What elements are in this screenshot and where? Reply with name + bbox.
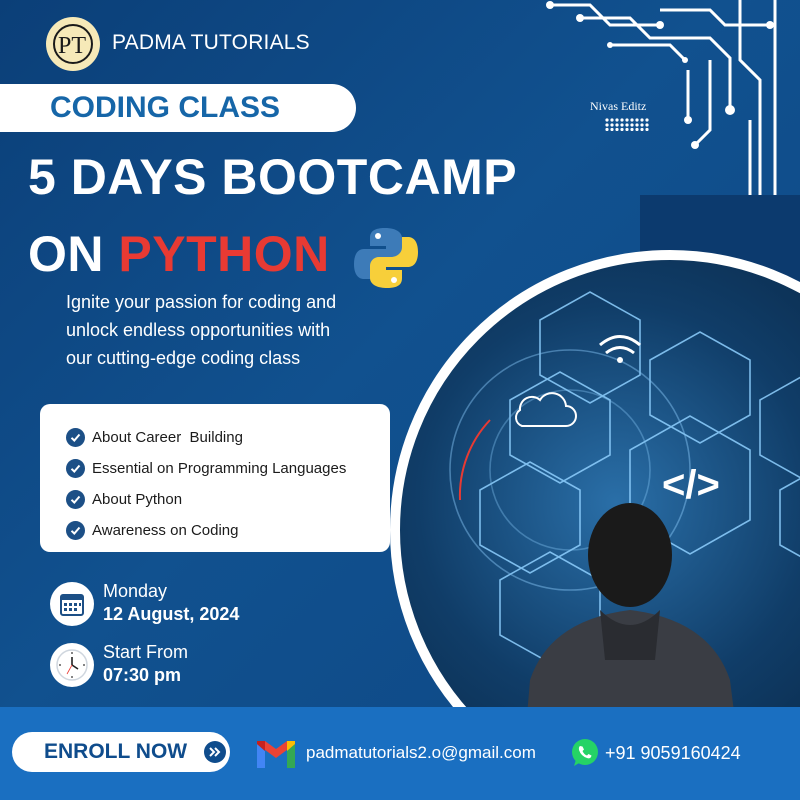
class-banner-label: CODING CLASS xyxy=(50,91,281,124)
pt-monogram-icon: PT xyxy=(53,24,93,64)
brand-name: PADMA TUTORIALS xyxy=(112,31,310,54)
dots-icon xyxy=(605,118,649,131)
tagline-line: our cutting-edge coding class xyxy=(66,348,301,368)
topic-item: About Python xyxy=(66,484,390,515)
clock-icon xyxy=(56,649,88,681)
schedule-date: 12 August, 2024 xyxy=(103,604,240,624)
topic-item: Essential on Programming Languages xyxy=(66,453,390,484)
class-banner: CODING CLASS xyxy=(0,84,356,132)
headline-line-1: 5 DAYS BOOTCAMP xyxy=(28,149,518,205)
check-icon xyxy=(66,428,85,447)
schedule-start-label: Start From xyxy=(103,642,189,662)
calendar-icon xyxy=(60,594,84,616)
tagline-line: unlock endless opportunities with xyxy=(66,320,331,340)
topic-item: About Career Building xyxy=(66,422,390,453)
headline-prefix: ON xyxy=(28,226,119,282)
headline-line-2: ON PYTHON xyxy=(28,225,330,283)
svg-text:</>: </> xyxy=(662,463,720,507)
check-icon xyxy=(66,459,85,478)
svg-text:PT: PT xyxy=(58,33,86,59)
contact-email[interactable]: padmatutorials2.o@gmail.com xyxy=(306,743,536,763)
gmail-icon xyxy=(257,741,295,768)
topic-label: About Career Building xyxy=(92,429,243,446)
double-chevron-right-icon xyxy=(204,741,226,763)
watermark-text: Nivas Editz xyxy=(590,99,647,113)
brand-logo: PT xyxy=(46,17,100,71)
topic-label: Essential on Programming Languages xyxy=(92,460,347,477)
schedule-day: Monday xyxy=(103,581,168,601)
check-icon xyxy=(66,490,85,509)
calendar-icon-badge xyxy=(50,582,94,626)
contact-phone[interactable]: +91 9059160424 xyxy=(605,743,741,764)
poster: </> PT PADMA TUTORIALS CODING CLASS Niva… xyxy=(0,0,800,800)
check-icon xyxy=(66,521,85,540)
tagline-line: Ignite your passion for coding and xyxy=(66,292,337,312)
schedule-start-time: 07:30 pm xyxy=(103,665,182,685)
python-logo-icon xyxy=(354,228,418,288)
topic-label: About Python xyxy=(92,491,183,508)
enroll-now-label: ENROLL NOW xyxy=(44,740,188,763)
enroll-now-button[interactable]: ENROLL NOW xyxy=(12,732,230,772)
headline-highlight: PYTHON xyxy=(118,226,330,282)
whatsapp-icon xyxy=(572,739,598,766)
topic-label: Awareness on Coding xyxy=(92,522,239,539)
clock-icon-badge xyxy=(50,643,94,687)
tagline: Ignite your passion for coding and unloc… xyxy=(66,288,396,372)
topics-card: About Career Building Essential on Progr… xyxy=(40,404,390,552)
topic-item: Awareness on Coding xyxy=(66,515,390,546)
